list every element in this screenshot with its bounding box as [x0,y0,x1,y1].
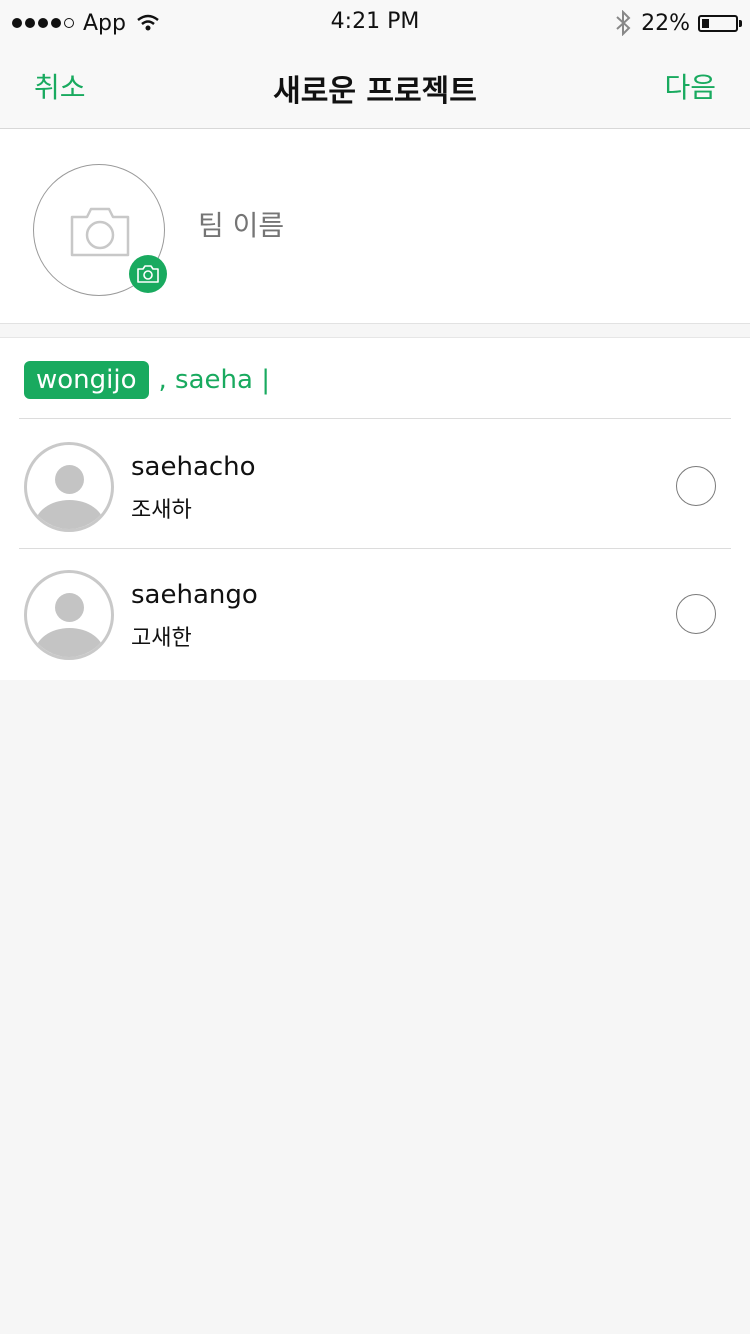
select-radio-button[interactable] [676,466,716,506]
avatar [24,442,114,532]
user-list-item[interactable]: saehango 고새한 [0,548,750,676]
selected-member-tag[interactable]: wongijo [24,361,149,399]
team-info-section [0,129,750,324]
invite-section: wongijo , saeha | saehacho 조새하 saehango … [0,337,750,680]
bluetooth-icon [616,10,631,36]
avatar-body [35,628,104,657]
avatar-body [35,500,104,529]
status-bar: App 4:21 PM 22% [0,0,750,44]
member-search-text[interactable]: , saeha | [159,365,270,395]
camera-icon [70,207,130,257]
battery-fill [702,18,710,28]
user-display-name: 고새한 [131,626,192,651]
add-photo-button[interactable] [129,255,167,293]
user-list-item[interactable]: saehacho 조새하 [0,420,750,548]
avatar-head [55,593,84,622]
divider [19,418,731,419]
page-title: 새로운 프로젝트 [273,74,477,109]
next-button[interactable]: 다음 [664,66,716,106]
navigation-bar: 취소 새로운 프로젝트 다음 [0,44,750,129]
user-username: saehango [131,580,258,610]
team-name-input[interactable] [198,209,698,242]
select-radio-button[interactable] [676,594,716,634]
avatar-head [55,465,84,494]
battery-icon [698,14,742,32]
user-display-name: 조새하 [131,498,192,523]
status-right: 22% [615,9,742,37]
camera-small-icon [137,265,159,283]
member-search-field[interactable]: wongijo , saeha | [24,360,270,400]
avatar [24,570,114,660]
battery-percent: 22% [641,10,690,36]
user-username: saehacho [131,452,256,482]
